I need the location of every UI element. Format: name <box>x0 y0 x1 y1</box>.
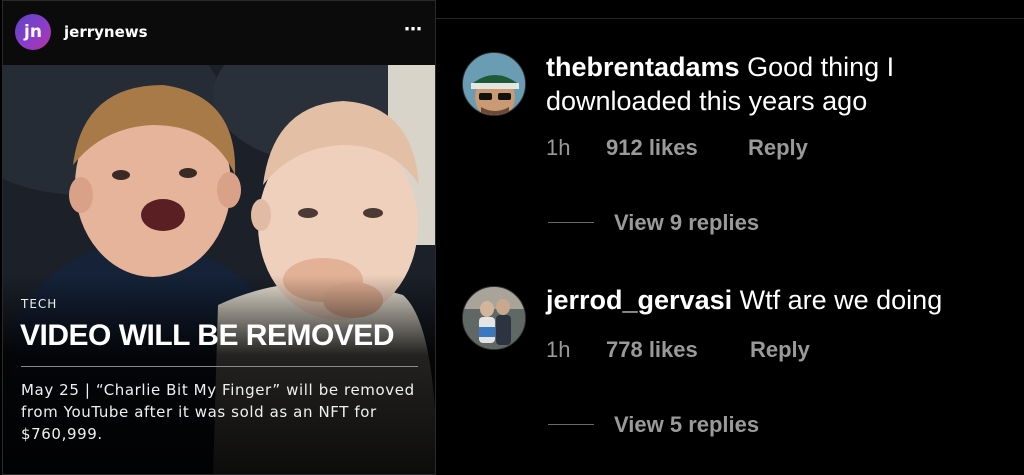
post-category: TECH <box>21 297 58 311</box>
comment-username[interactable]: thebrentadams <box>546 52 740 82</box>
comment-body: thebrentadams Good thing I downloaded th… <box>546 50 1006 118</box>
post-headline: VIDEO WILL BE REMOVED <box>20 319 394 352</box>
comment-text: Wtf are we doing <box>739 285 943 315</box>
reply-button[interactable]: Reply <box>748 135 808 161</box>
avatar-photo-illustration <box>463 53 525 115</box>
view-replies-label[interactable]: View 5 replies <box>614 412 759 438</box>
comment-time: 1h <box>546 337 571 362</box>
replies-line <box>548 222 594 223</box>
post-username[interactable]: jerrynews <box>64 23 148 41</box>
comment-username[interactable]: jerrod_gervasi <box>546 285 732 315</box>
comment-likes[interactable]: 912 likes <box>606 135 698 161</box>
comment-body: jerrod_gervasi Wtf are we doing <box>546 283 1006 317</box>
headline-divider <box>21 366 418 367</box>
replies-line <box>548 424 594 425</box>
avatar-photo-illustration <box>463 287 525 349</box>
post-avatar[interactable]: jn <box>15 14 51 50</box>
post-card: jn jerrynews ⋯ TECH VIDEO WILL BE REMOVE… <box>2 0 436 475</box>
photo-gradient-overlay <box>3 275 435 474</box>
top-divider <box>436 18 1024 19</box>
post-caption: May 25 | “Charlie Bit My Finger” will be… <box>21 381 415 443</box>
comment-time: 1h <box>546 135 571 160</box>
more-options-icon[interactable]: ⋯ <box>404 19 423 40</box>
comment-likes[interactable]: 778 likes <box>606 337 698 363</box>
commenter-avatar[interactable] <box>462 52 526 116</box>
commenter-avatar[interactable] <box>462 286 526 350</box>
view-replies-label[interactable]: View 9 replies <box>614 210 759 236</box>
comments-panel: thebrentadams Good thing I downloaded th… <box>436 0 1024 475</box>
reply-button[interactable]: Reply <box>750 337 810 363</box>
post-header: jn jerrynews ⋯ <box>3 1 435 65</box>
